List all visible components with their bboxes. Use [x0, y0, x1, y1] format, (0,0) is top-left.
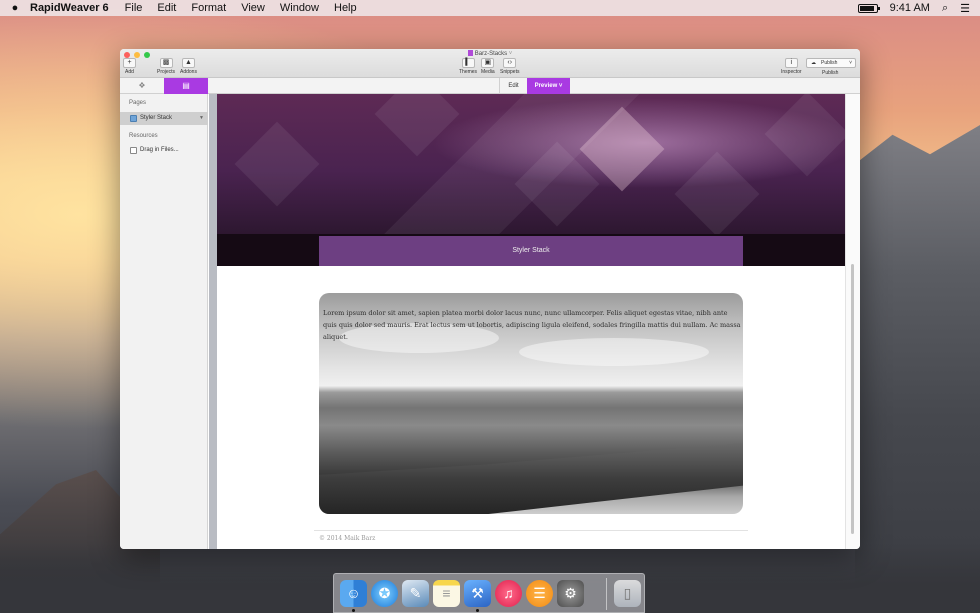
sidebar: Pages Styler Stack ▼ Resources Drag in F…	[120, 94, 208, 549]
edit-mode-button[interactable]: Edit	[499, 78, 527, 94]
dock-separator	[606, 578, 607, 610]
sidebar-item-drag-in-files[interactable]: Drag in Files...	[120, 144, 208, 157]
ibooks-icon[interactable]: ☰	[526, 580, 553, 607]
banner-shape	[764, 94, 845, 177]
dock: ☺ ✪ ✎ ≡ ⚒ ♫ ☰ ⚙ ▯	[333, 573, 645, 613]
safari-icon[interactable]: ✪	[371, 580, 398, 607]
photo-card: Lorem ipsum dolor sit amet, sapien plate…	[319, 293, 743, 514]
themes-button[interactable]: ▍ Themes	[459, 58, 477, 75]
preview-pane: Styler Stack Lorem ipsum dolor sit amet,…	[217, 94, 845, 549]
banner-shape	[234, 121, 320, 207]
media-button[interactable]: ▣ Media	[481, 58, 495, 75]
itunes-icon[interactable]: ♫	[495, 580, 522, 607]
inspector-button[interactable]: i Inspector	[781, 58, 802, 75]
sidebar-divider[interactable]	[209, 94, 217, 549]
resources-heading: Resources	[129, 133, 158, 139]
clock[interactable]: 9:41 AM	[890, 2, 930, 14]
chevron-down-icon: ˅	[849, 60, 852, 66]
menu-view[interactable]: View	[241, 2, 265, 14]
page-icon	[130, 115, 137, 122]
trash-icon[interactable]: ▯	[614, 580, 641, 607]
menu-help[interactable]: Help	[334, 2, 357, 14]
publish-label: Publish	[822, 70, 839, 76]
tab-pages[interactable]: ▤	[164, 78, 208, 94]
apple-menu-icon[interactable]: ●	[0, 2, 30, 14]
snippets-button[interactable]: ‹› Snippets	[500, 58, 519, 75]
sidebar-item-styler-stack[interactable]: Styler Stack ▼	[120, 112, 208, 125]
footer-copyright: © 2014 Maik Barz	[319, 535, 376, 542]
media-icon: ▣	[481, 58, 495, 68]
add-button[interactable]: + Add	[123, 58, 136, 75]
addons-icon: ▲	[181, 58, 195, 68]
photo-rocks	[319, 443, 743, 514]
footer-divider	[314, 530, 748, 531]
cloud-icon: ☁	[811, 60, 816, 66]
preview-icon[interactable]: ✎	[402, 580, 429, 607]
projects-icon: ▩	[159, 58, 173, 68]
snippets-icon: ‹›	[503, 58, 517, 68]
publish-button[interactable]: ☁ Publish ˅	[806, 58, 856, 68]
document-icon	[467, 50, 473, 56]
scroll-thumb[interactable]	[851, 264, 854, 534]
chevron-down-icon: ˅	[558, 83, 563, 89]
banner-shape	[374, 94, 460, 157]
running-indicator	[476, 609, 479, 612]
download-icon	[130, 147, 137, 154]
battery-icon[interactable]	[857, 3, 880, 13]
menu-edit[interactable]: Edit	[157, 2, 176, 14]
preview-scrollbar[interactable]	[845, 94, 860, 549]
banner-shape	[674, 151, 760, 237]
menu-window[interactable]: Window	[280, 2, 319, 14]
body-text: Lorem ipsum dolor sit amet, sapien plate…	[323, 309, 741, 341]
banner-title: Styler Stack	[319, 236, 743, 266]
tab-settings[interactable]: ❖	[120, 78, 164, 94]
notes-icon[interactable]: ≡	[433, 580, 460, 607]
wrench-icon: ❖	[138, 81, 146, 90]
finder-icon[interactable]: ☺	[340, 580, 367, 607]
battery-level	[859, 5, 874, 11]
projects-button[interactable]: ▩ Projects	[157, 58, 175, 75]
pages-icon: ▤	[182, 81, 190, 90]
mode-bar: ❖ ▤ Edit Preview ˅	[120, 78, 860, 94]
notification-center-icon[interactable]: ☰	[960, 2, 970, 15]
app-window: Barz-Stacks ˅ + Add ▩ Projects ▲ Addons …	[120, 49, 860, 549]
pages-heading: Pages	[129, 100, 147, 106]
document-title: Barz-Stacks ˅	[120, 50, 860, 57]
app-menu[interactable]: RapidWeaver 6	[30, 2, 109, 14]
info-icon: i	[784, 58, 798, 68]
desktop-mountain-right	[855, 125, 980, 613]
menu-format[interactable]: Format	[191, 2, 226, 14]
preview-mode-button[interactable]: Preview ˅	[527, 78, 570, 94]
xcode-icon[interactable]: ⚒	[464, 580, 491, 607]
menu-file[interactable]: File	[125, 2, 143, 14]
menu-bar: ● RapidWeaver 6 File Edit Format View Wi…	[0, 0, 980, 16]
running-indicator	[352, 609, 355, 612]
addons-button[interactable]: ▲ Addons	[180, 58, 197, 75]
title-bar: Barz-Stacks ˅ + Add ▩ Projects ▲ Addons …	[120, 49, 860, 78]
system-preferences-icon[interactable]: ⚙	[557, 580, 584, 607]
spotlight-search-icon[interactable]: ⌕	[942, 2, 948, 15]
header-banner	[217, 94, 845, 237]
chevron-down-icon[interactable]: ▼	[199, 112, 204, 125]
plus-icon: +	[123, 58, 136, 68]
themes-icon: ▍	[461, 58, 475, 68]
